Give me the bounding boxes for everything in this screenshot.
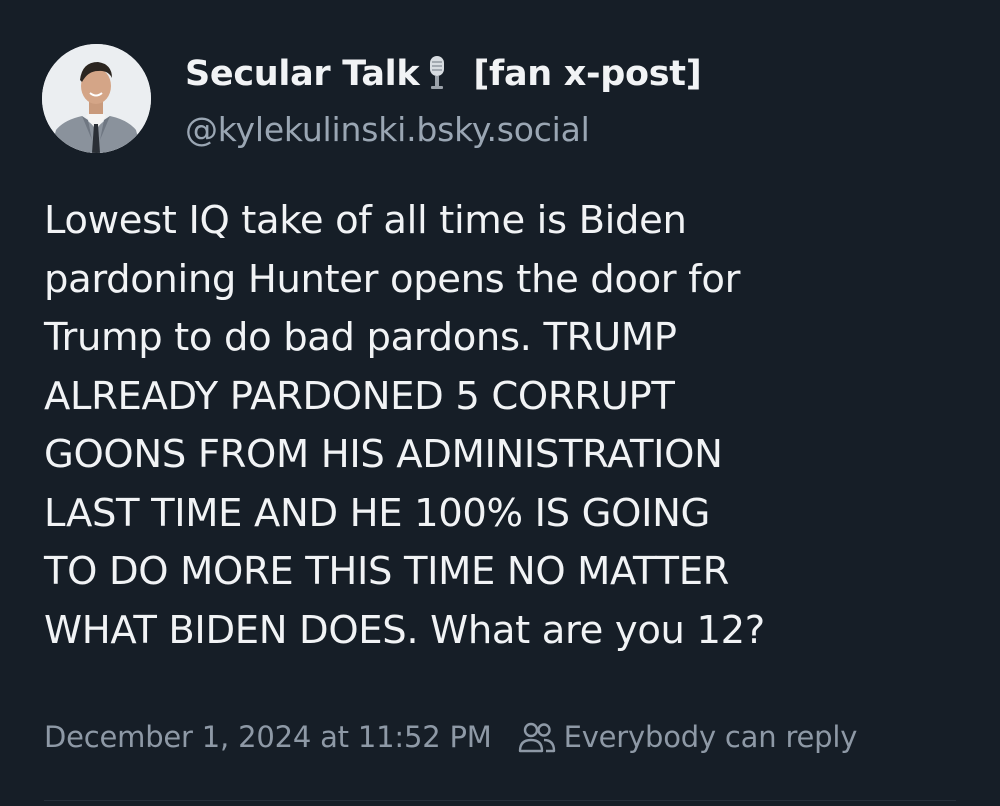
post-footer: December 1, 2024 at 11:52 PM Everybody c… [44,720,857,754]
post-text: Lowest IQ take of all time is Biden pard… [44,198,765,653]
author-handle[interactable]: @kylekulinski.bsky.social [185,110,701,149]
post: Secular Talk [fan x-post] @kylekulinski.… [0,0,1000,806]
display-name-row: Secular Talk [fan x-post] [185,50,702,98]
post-timestamp[interactable]: December 1, 2024 at 11:52 PM [44,720,492,754]
reply-setting[interactable]: Everybody can reply [518,720,858,754]
divider [44,800,956,801]
reply-setting-label: Everybody can reply [563,720,858,754]
microphone-icon [425,54,449,94]
display-name-suffix: [fan x-post] [473,54,702,94]
avatar-image [42,44,151,153]
people-icon [518,721,556,753]
author-names: Secular Talk [fan x-post] @kylekulinski.… [185,50,702,149]
display-name[interactable]: Secular Talk [185,54,420,94]
avatar[interactable] [42,44,151,153]
post-header: Secular Talk [fan x-post] @kylekulinski.… [42,44,702,153]
